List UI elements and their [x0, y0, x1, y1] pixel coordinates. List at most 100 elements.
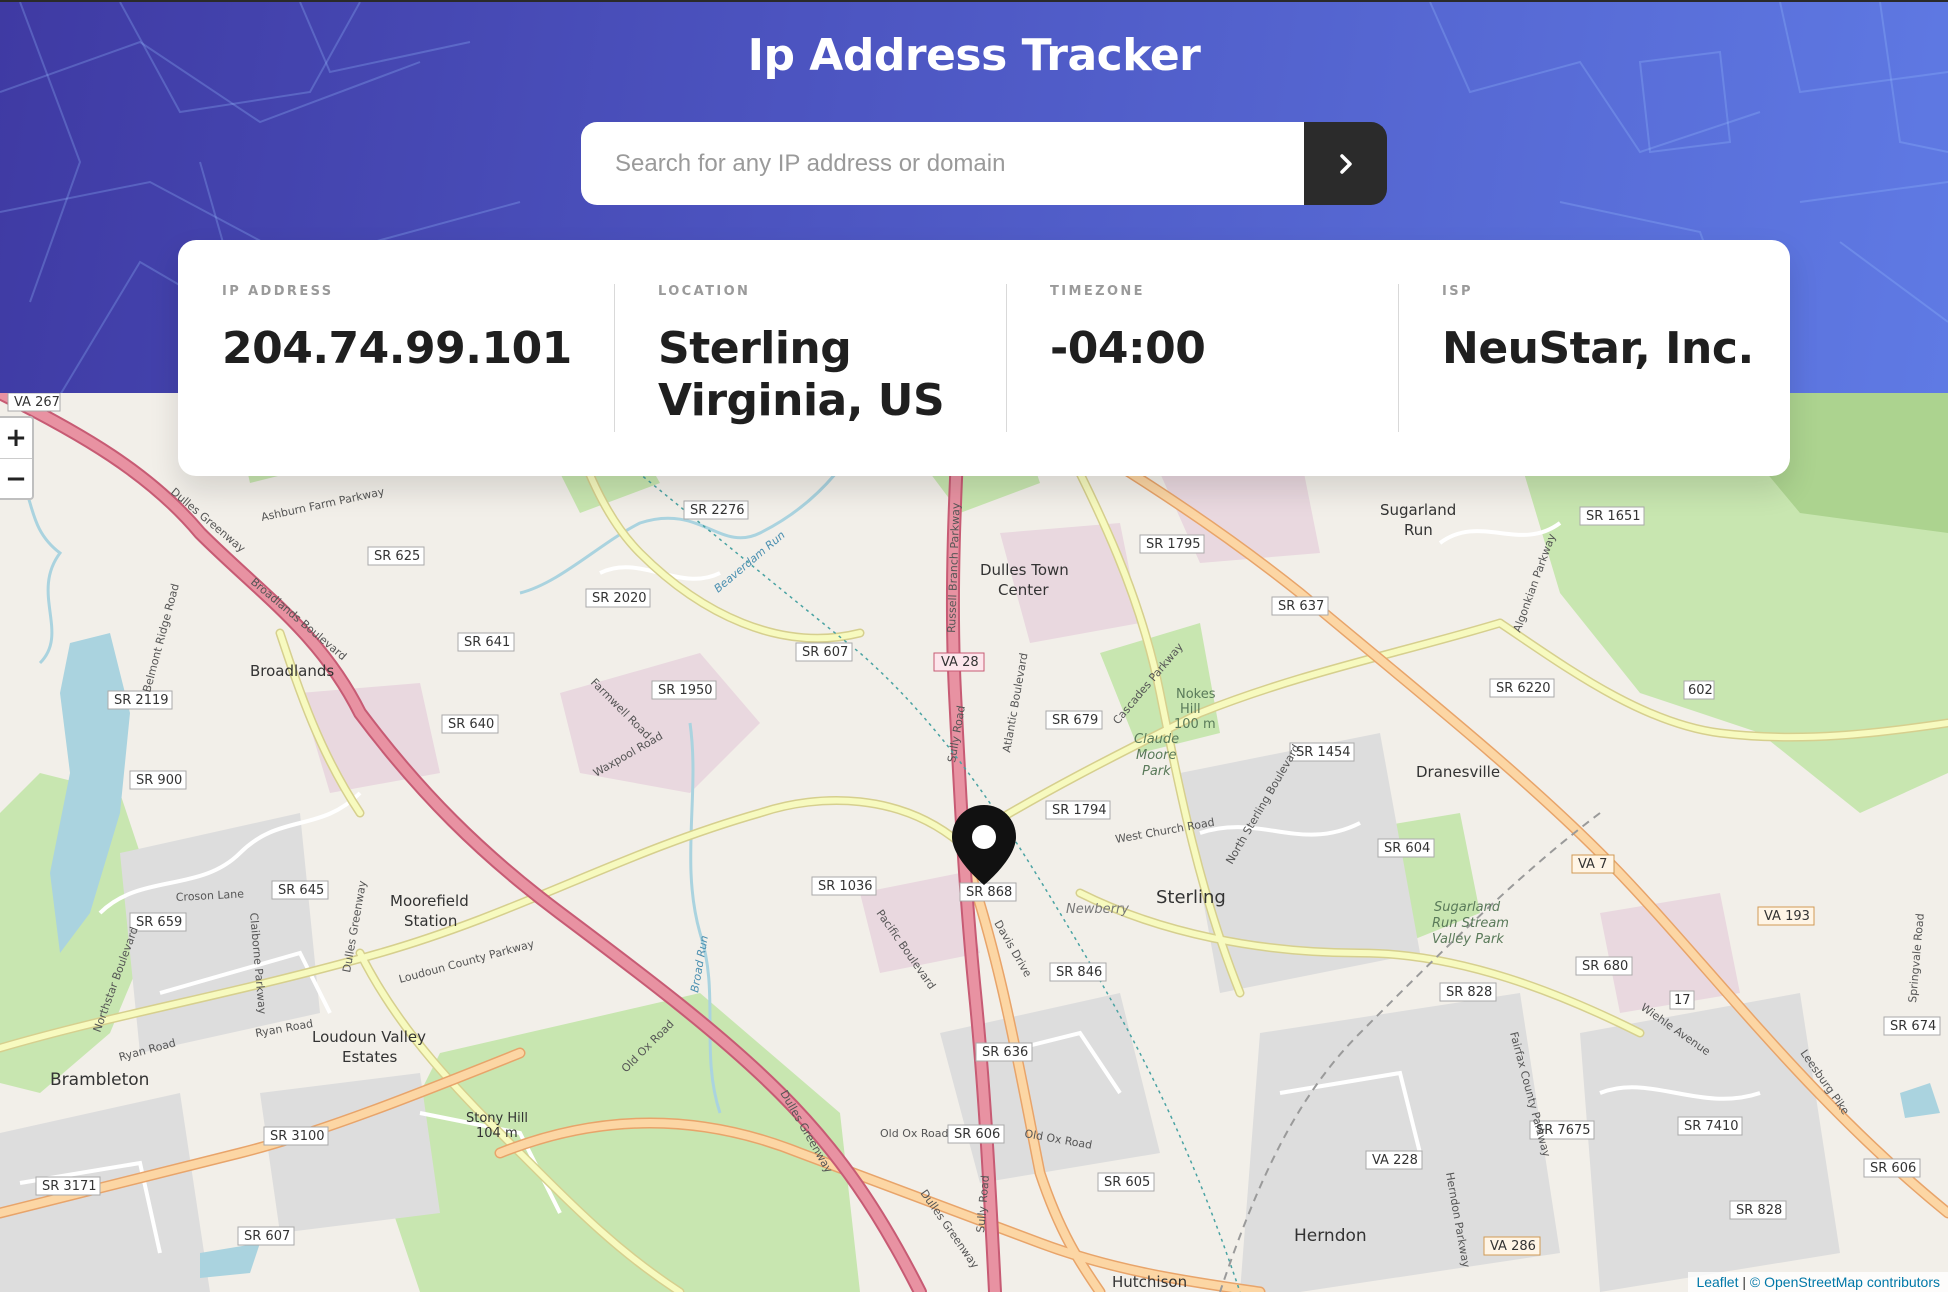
timezone-block: Timezone -04:00 — [1006, 284, 1398, 476]
svg-text:SR 1794: SR 1794 — [1052, 803, 1107, 818]
place-label: Brambleton — [50, 1070, 149, 1090]
route-shield: VA 193 — [1757, 906, 1815, 926]
svg-text:SR 2119: SR 2119 — [114, 693, 169, 708]
search-bar — [581, 122, 1387, 205]
place-label: Hill — [1180, 702, 1201, 717]
svg-text:SR 6220: SR 6220 — [1496, 681, 1551, 696]
place-label: Run Stream — [1432, 916, 1509, 931]
svg-text:SR 1651: SR 1651 — [1586, 509, 1641, 524]
road-label: Old Ox Road — [880, 1127, 948, 1140]
timezone-value: -04:00 — [1050, 323, 1206, 374]
chevron-right-icon — [1339, 153, 1352, 174]
place-label: Station — [404, 912, 457, 930]
search-button[interactable] — [1304, 122, 1387, 205]
svg-text:SR 828: SR 828 — [1736, 1203, 1782, 1218]
svg-text:SR 606: SR 606 — [1870, 1161, 1916, 1176]
route-shield: SR 2020 — [585, 588, 651, 608]
place-label: Sterling — [1156, 887, 1226, 908]
leaflet-link[interactable]: Leaflet — [1696, 1274, 1738, 1290]
svg-text:SR 828: SR 828 — [1446, 985, 1492, 1000]
route-shield: SR 868 — [959, 882, 1017, 902]
search-input[interactable] — [581, 122, 1304, 205]
route-shield: VA 28 — [933, 652, 985, 672]
svg-text:SR 636: SR 636 — [982, 1045, 1028, 1060]
isp-label: ISP — [1442, 284, 1473, 299]
route-shield: 17 — [1669, 990, 1695, 1010]
route-shield: SR 659 — [129, 912, 187, 932]
svg-text:VA 228: VA 228 — [1372, 1153, 1418, 1168]
map[interactable]: Sugarland Run Dulles Town Center Broadla… — [0, 393, 1948, 1292]
route-shield: SR 1950 — [651, 680, 717, 700]
location-block: Location Sterling Virginia, US — [614, 284, 1006, 476]
ip-address-value: 204.74.99.101 — [222, 323, 572, 374]
map-tiles[interactable]: Sugarland Run Dulles Town Center Broadla… — [0, 393, 1948, 1292]
svg-text:SR 641: SR 641 — [464, 635, 510, 650]
svg-text:SR 868: SR 868 — [966, 885, 1012, 900]
svg-text:SR 1454: SR 1454 — [1296, 745, 1351, 760]
route-shield: SR 2276 — [683, 500, 749, 520]
route-shield: SR 606 — [1863, 1158, 1921, 1178]
svg-text:SR 645: SR 645 — [278, 883, 324, 898]
svg-text:SR 2020: SR 2020 — [592, 591, 647, 606]
location-city: Sterling — [658, 323, 852, 374]
svg-text:VA 28: VA 28 — [941, 655, 979, 670]
isp-block: ISP NeuStar, Inc. — [1398, 284, 1790, 476]
svg-text:VA 267: VA 267 — [14, 395, 60, 410]
place-label: Sugarland — [1380, 501, 1456, 519]
place-label: Newberry — [1066, 902, 1129, 917]
route-shield: SR 641 — [457, 632, 515, 652]
route-shield: SR 1036 — [811, 876, 877, 896]
place-label: Park — [1142, 764, 1171, 779]
svg-text:SR 680: SR 680 — [1582, 959, 1628, 974]
place-label: Nokes — [1176, 687, 1216, 702]
route-shield: SR 636 — [975, 1042, 1033, 1062]
route-shield: SR 625 — [367, 546, 425, 566]
svg-text:SR 900: SR 900 — [136, 773, 182, 788]
route-shield: SR 637 — [1271, 596, 1329, 616]
route-shield: SR 680 — [1575, 956, 1633, 976]
svg-text:602: 602 — [1688, 683, 1713, 698]
zoom-control: + − — [0, 416, 34, 500]
ip-address-label: IP Address — [222, 284, 334, 299]
route-shield: SR 846 — [1049, 962, 1107, 982]
svg-text:VA 7: VA 7 — [1578, 857, 1607, 872]
route-shield: VA 267 — [7, 393, 61, 412]
place-label: Run — [1404, 521, 1433, 539]
svg-text:VA 193: VA 193 — [1764, 909, 1810, 924]
svg-text:SR 7410: SR 7410 — [1684, 1119, 1739, 1134]
zoom-in-button[interactable]: + — [0, 418, 32, 458]
svg-text:SR 606: SR 606 — [954, 1127, 1000, 1142]
place-label: Hutchison — [1112, 1273, 1187, 1291]
route-shield: SR 674 — [1883, 1016, 1941, 1036]
svg-text:SR 674: SR 674 — [1890, 1019, 1936, 1034]
svg-text:SR 1036: SR 1036 — [818, 879, 873, 894]
svg-text:SR 3100: SR 3100 — [270, 1129, 325, 1144]
route-shield: SR 1795 — [1139, 534, 1205, 554]
place-label: Center — [998, 581, 1049, 599]
info-card: IP Address 204.74.99.101 Location Sterli… — [178, 240, 1790, 476]
route-shield: SR 828 — [1439, 982, 1497, 1002]
svg-text:SR 604: SR 604 — [1384, 841, 1430, 856]
svg-text:SR 637: SR 637 — [1278, 599, 1324, 614]
route-shield: SR 2119 — [107, 690, 173, 710]
zoom-out-button[interactable]: − — [0, 458, 32, 498]
place-label: Loudoun Valley — [312, 1028, 426, 1046]
route-shield: VA 286 — [1483, 1236, 1541, 1256]
route-shield: SR 606 — [947, 1124, 1005, 1144]
route-shield: SR 604 — [1377, 838, 1435, 858]
route-shield: SR 3100 — [263, 1126, 329, 1146]
route-shield: SR 6220 — [1489, 678, 1555, 698]
svg-text:SR 1795: SR 1795 — [1146, 537, 1201, 552]
svg-text:SR 846: SR 846 — [1056, 965, 1102, 980]
place-label: Dranesville — [1416, 763, 1500, 781]
svg-text:SR 640: SR 640 — [448, 717, 494, 732]
isp-value: NeuStar, Inc. — [1442, 323, 1754, 374]
route-shield: SR 679 — [1045, 710, 1103, 730]
place-label: Valley Park — [1432, 932, 1504, 947]
place-label: 100 m — [1174, 717, 1216, 732]
svg-text:SR 607: SR 607 — [244, 1229, 290, 1244]
location-value: Sterling Virginia, US — [658, 323, 1006, 427]
route-shield: SR 1651 — [1579, 506, 1645, 526]
osm-link[interactable]: © OpenStreetMap contributors — [1750, 1274, 1940, 1290]
svg-text:SR 605: SR 605 — [1104, 1175, 1150, 1190]
